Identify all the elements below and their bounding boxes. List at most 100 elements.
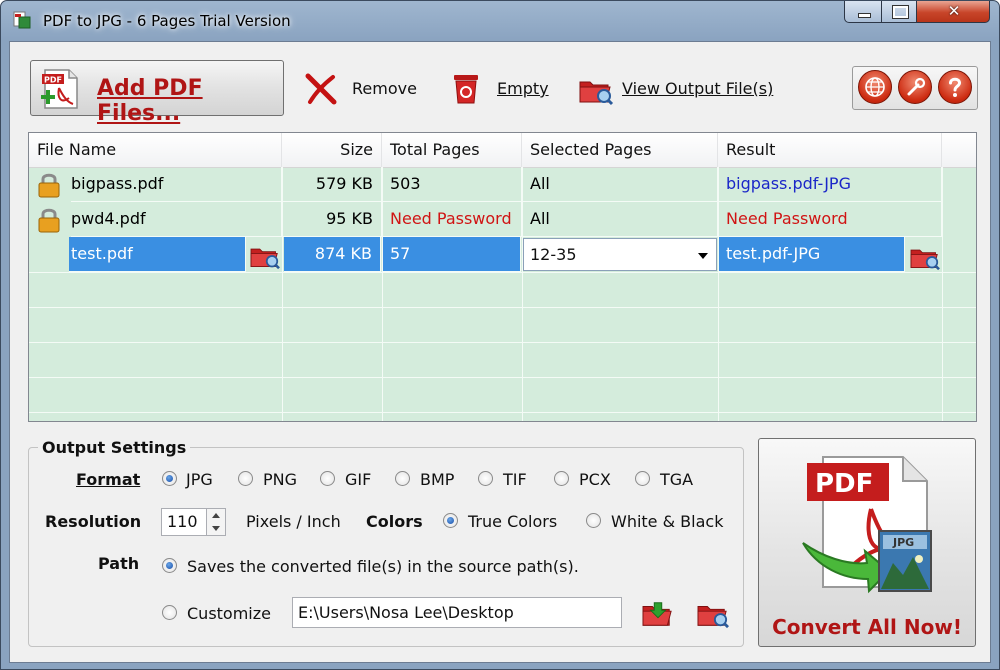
add-pdf-files-button[interactable]: PDF Add PDF Files... bbox=[30, 60, 284, 126]
format-option-gif[interactable]: GIF bbox=[345, 470, 371, 489]
path-radio-customize[interactable] bbox=[162, 605, 177, 620]
cell-file-name: test.pdf bbox=[69, 237, 246, 272]
column-header-selected-pages[interactable]: Selected Pages bbox=[522, 133, 718, 167]
title-bar[interactable]: PDF to JPG - 6 Pages Trial Version ✕ bbox=[1, 1, 999, 41]
lock-icon bbox=[38, 173, 60, 198]
close-icon: ✕ bbox=[947, 2, 961, 20]
format-option-tif[interactable]: TIF bbox=[503, 470, 527, 489]
color-option-white-black[interactable]: White & Black bbox=[611, 512, 723, 531]
pdf-text: PDF bbox=[815, 469, 873, 499]
cell-file-name: bigpass.pdf bbox=[71, 167, 282, 202]
remove-button[interactable]: Remove bbox=[304, 68, 430, 108]
folder-search-icon[interactable] bbox=[909, 243, 941, 271]
cell-total-pages: 503 bbox=[382, 167, 522, 202]
folder-search-icon bbox=[579, 81, 614, 106]
cell-result: bigpass.pdf-JPG bbox=[718, 167, 942, 202]
svg-text:PDF: PDF bbox=[44, 76, 62, 85]
folder-search-icon[interactable] bbox=[696, 599, 730, 629]
table-row[interactable]: pwd4.pdf 95 KB Need Password All Need Pa… bbox=[29, 202, 976, 237]
format-option-pcx[interactable]: PCX bbox=[579, 470, 611, 489]
format-radio-jpg[interactable] bbox=[162, 471, 177, 486]
column-header-file-name[interactable]: File Name bbox=[29, 133, 282, 167]
path-option-customize[interactable]: Customize bbox=[187, 604, 271, 623]
path-radio-source[interactable] bbox=[162, 558, 177, 573]
cell-size: 874 KB bbox=[284, 237, 381, 272]
question-glyph-icon bbox=[949, 77, 962, 97]
custom-path-input[interactable]: E:\Users\Nosa Lee\Desktop bbox=[292, 597, 622, 628]
format-radio-tga[interactable] bbox=[635, 471, 650, 486]
format-option-jpg[interactable]: JPG bbox=[186, 470, 213, 489]
wrench-glyph-icon bbox=[907, 77, 926, 96]
remove-icon bbox=[305, 73, 337, 105]
colors-label: Colors bbox=[366, 512, 423, 531]
lock-icon bbox=[38, 208, 60, 233]
cell-result: Need Password bbox=[718, 202, 942, 237]
format-label: Format bbox=[76, 470, 141, 489]
minimize-button[interactable] bbox=[844, 1, 882, 23]
color-radio-white-black[interactable] bbox=[586, 513, 601, 528]
cell-total-pages: 57 bbox=[383, 237, 521, 272]
cell-result: test.pdf-JPG bbox=[719, 237, 905, 272]
app-window: PDF to JPG - 6 Pages Trial Version ✕ PDF… bbox=[0, 0, 1000, 670]
app-icon bbox=[13, 11, 31, 29]
cell-selected-pages: All bbox=[522, 167, 718, 202]
format-radio-png[interactable] bbox=[238, 471, 253, 486]
cell-total-pages: Need Password bbox=[382, 202, 522, 237]
jpg-text: JPG bbox=[892, 536, 914, 549]
table-row[interactable]: bigpass.pdf 579 KB 503 All bigpass.pdf-J… bbox=[29, 167, 976, 202]
folder-open-icon[interactable] bbox=[641, 599, 675, 629]
grid-line bbox=[29, 377, 976, 378]
maximize-button[interactable] bbox=[881, 1, 917, 23]
grid-line bbox=[29, 342, 976, 343]
globe-glyph-icon bbox=[865, 77, 885, 97]
path-option-source[interactable]: Saves the converted file(s) in the sourc… bbox=[187, 557, 579, 576]
wrench-icon[interactable] bbox=[898, 70, 932, 104]
convert-all-now-button[interactable]: PDF JPG Convert All Now! bbox=[758, 438, 976, 647]
output-settings-title: Output Settings bbox=[38, 438, 191, 457]
format-option-png[interactable]: PNG bbox=[263, 470, 297, 489]
cell-selected-pages: All bbox=[522, 202, 718, 237]
help-icon[interactable] bbox=[938, 70, 972, 104]
resolution-label: Resolution bbox=[45, 512, 142, 531]
convert-all-now-label: Convert All Now! bbox=[772, 615, 962, 639]
empty-button[interactable]: Empty bbox=[451, 68, 561, 108]
cell-file-name: pwd4.pdf bbox=[71, 202, 282, 237]
selected-pages-value: 12-35 bbox=[530, 245, 577, 264]
folder-search-icon[interactable] bbox=[249, 242, 281, 270]
grid-line bbox=[29, 307, 976, 308]
file-table[interactable]: File Name Size Total Pages Selected Page… bbox=[28, 132, 977, 422]
resolution-input[interactable]: 110 bbox=[161, 508, 207, 536]
resolution-spinner[interactable] bbox=[206, 508, 226, 536]
color-radio-true-colors[interactable] bbox=[443, 513, 458, 528]
grid-line bbox=[29, 412, 976, 413]
format-radio-gif[interactable] bbox=[320, 471, 335, 486]
format-option-bmp[interactable]: BMP bbox=[420, 470, 454, 489]
add-pdf-icon: PDF bbox=[41, 69, 78, 109]
column-header-total-pages[interactable]: Total Pages bbox=[382, 133, 522, 167]
remove-label: Remove bbox=[352, 79, 417, 98]
format-option-tga[interactable]: TGA bbox=[660, 470, 693, 489]
chevron-down-icon bbox=[698, 253, 708, 259]
globe-icon[interactable] bbox=[858, 70, 892, 104]
format-radio-tif[interactable] bbox=[478, 471, 493, 486]
add-pdf-files-label: Add PDF Files... bbox=[97, 76, 203, 126]
color-option-true-colors[interactable]: True Colors bbox=[468, 512, 557, 531]
close-button[interactable]: ✕ bbox=[916, 1, 990, 23]
pdf-to-jpg-icon: PDF JPG bbox=[802, 456, 932, 594]
table-row-selected[interactable]: test.pdf 874 KB 57 test.pdf-JPG bbox=[29, 237, 976, 272]
table-header: File Name Size Total Pages Selected Page… bbox=[29, 133, 976, 168]
view-output-files-label: View Output File(s) bbox=[622, 79, 774, 98]
format-radio-bmp[interactable] bbox=[395, 471, 410, 486]
format-radio-pcx[interactable] bbox=[554, 471, 569, 486]
selected-pages-dropdown[interactable]: 12-35 bbox=[523, 238, 717, 271]
view-output-files-button[interactable]: View Output File(s) bbox=[578, 68, 788, 108]
column-header-size[interactable]: Size bbox=[282, 133, 382, 167]
cell-size: 579 KB bbox=[282, 167, 382, 202]
window-title: PDF to JPG - 6 Pages Trial Version bbox=[43, 12, 291, 30]
column-header-result[interactable]: Result bbox=[718, 133, 942, 167]
path-label: Path bbox=[98, 554, 140, 573]
resolution-unit: Pixels / Inch bbox=[246, 512, 341, 531]
cell-size: 95 KB bbox=[282, 202, 382, 237]
empty-label: Empty bbox=[497, 79, 549, 98]
trash-icon bbox=[454, 75, 478, 104]
